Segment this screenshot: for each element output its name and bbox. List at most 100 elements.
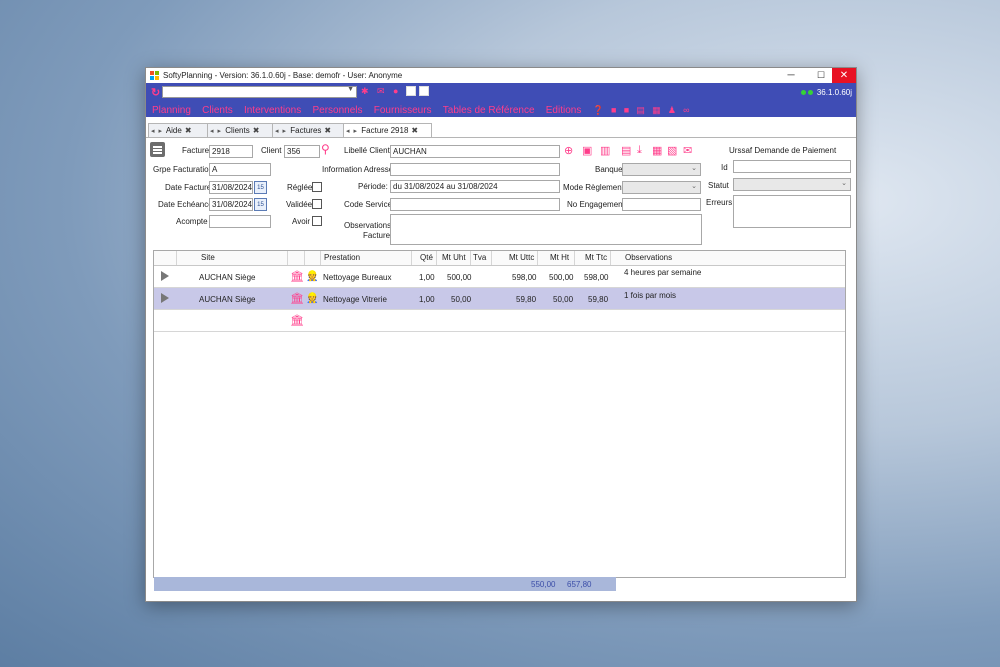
help-icon[interactable]: ❓ [593, 105, 604, 115]
col-qte[interactable]: Qté [420, 253, 433, 262]
search-icon[interactable]: ⚲ [321, 142, 330, 156]
tab-next-icon[interactable]: ▸ [157, 128, 165, 135]
urssaf-erreurs-textarea[interactable] [733, 195, 851, 228]
date-echeance-input[interactable]: 31/08/2024 [209, 198, 253, 211]
hamburger-menu-icon[interactable] [150, 142, 165, 157]
col-mt-ttc[interactable]: Mt Ttc [585, 253, 607, 262]
menu-interventions[interactable]: Interventions [244, 105, 301, 116]
tab-next-icon[interactable]: ▸ [352, 128, 360, 135]
cell-observations: 4 heures par semaine [624, 268, 702, 277]
periode-input[interactable]: du 31/08/2024 au 31/08/2024 [390, 180, 560, 193]
col-mt-ht[interactable]: Mt Ht [550, 253, 569, 262]
reglee-checkbox[interactable] [312, 182, 322, 192]
grpe-facturation-input[interactable]: A [209, 163, 271, 176]
toggle-box-2[interactable] [419, 86, 429, 96]
add-icon[interactable]: ⊕ [564, 144, 573, 157]
microphone-icon[interactable]: ● [393, 86, 398, 96]
tab-factures-label: Factures [290, 126, 322, 135]
avoir-checkbox[interactable] [312, 216, 322, 226]
tab-prev-icon[interactable]: ◂ [208, 128, 216, 135]
tab-bar: ◂ ▸ Aide ✖ ◂ ▸ Clients ✖ ◂ ▸ Factures ✖ ◂ ▸ Fac… [146, 123, 856, 138]
menu-planning[interactable]: Planning [152, 105, 191, 116]
folder-open-icon[interactable]: ■ [624, 105, 629, 115]
urssaf-statut-select[interactable]: ⌄ [733, 178, 851, 191]
menu-fournisseurs[interactable]: Fournisseurs [374, 105, 432, 116]
version-text: 36.1.0.60j [816, 88, 852, 97]
tab-facture-2918[interactable]: ◂ ▸ Facture 2918 ✖ [343, 123, 432, 138]
tab-next-icon[interactable]: ▸ [216, 128, 224, 135]
col-prestation[interactable]: Prestation [324, 253, 360, 262]
date-facture-input[interactable]: 31/08/2024 [209, 181, 253, 194]
row-expand-icon[interactable] [161, 271, 169, 281]
col-mt-uht[interactable]: Mt Uht [442, 253, 466, 262]
table-icon[interactable]: ▦ [652, 144, 662, 157]
tab-factures[interactable]: ◂ ▸ Factures ✖ [272, 123, 344, 138]
validee-checkbox[interactable] [312, 199, 322, 209]
calendar-icon[interactable]: 15 [254, 198, 267, 211]
acompte-input[interactable] [209, 215, 271, 228]
mail-card-icon[interactable]: ✉ [377, 86, 385, 97]
window-title: SoftyPlanning - Version: 36.1.0.60j - Ba… [163, 71, 403, 80]
grid-totals-footer: 550,00 657,80 [154, 577, 616, 591]
refresh-icon[interactable]: ↻ [151, 86, 160, 99]
tab-aide[interactable]: ◂ ▸ Aide ✖ [148, 123, 208, 138]
bank-icon[interactable]: 🏛 [290, 314, 304, 327]
link-icon[interactable]: ∞ [683, 105, 689, 115]
menu-tables-reference[interactable]: Tables de Référence [443, 105, 535, 116]
tab-close-icon[interactable]: ✖ [182, 126, 195, 135]
col-site[interactable]: Site [201, 253, 215, 262]
client-input[interactable]: 356 [284, 145, 320, 158]
tab-prev-icon[interactable]: ◂ [344, 128, 352, 135]
observations-facture-textarea[interactable] [390, 214, 702, 245]
tab-close-icon[interactable]: ✖ [408, 126, 421, 135]
tab-prev-icon[interactable]: ◂ [273, 128, 281, 135]
table-row[interactable]: AUCHAN Siège 🏛 👷 Nettoyage Bureaux 1,00 … [154, 266, 845, 288]
no-engagement-input[interactable] [622, 198, 701, 211]
table-row[interactable]: AUCHAN Siège 🏛 👷 Nettoyage Vitrerie 1,00… [154, 288, 845, 310]
urssaf-id-label: Id [721, 163, 728, 172]
tab-close-icon[interactable]: ✖ [321, 126, 334, 135]
folder-icon[interactable]: ■ [611, 105, 616, 115]
banque-select[interactable]: ⌄ [622, 163, 701, 176]
menu-editions[interactable]: Editions [546, 105, 582, 116]
libelle-client-input[interactable]: AUCHAN [390, 145, 560, 158]
pdf-icon[interactable]: ▧ [667, 144, 677, 157]
menu-personnels[interactable]: Personnels [312, 105, 362, 116]
table-row-new[interactable]: 🏛 [154, 310, 845, 332]
menu-clients[interactable]: Clients [202, 105, 233, 116]
grid-icon[interactable]: ▦ [652, 105, 661, 115]
code-service-input[interactable] [390, 198, 560, 211]
facture-input[interactable]: 2918 [209, 145, 253, 158]
bank-icon[interactable]: 🏛 [290, 292, 304, 305]
bank-icon[interactable]: 🏛 [290, 270, 304, 283]
print-icon[interactable]: ▤ [621, 144, 631, 157]
col-observations[interactable]: Observations [625, 253, 672, 262]
email-icon[interactable]: ✉ [683, 144, 692, 157]
total-ht: 550,00 [531, 580, 556, 589]
toggle-box-1[interactable] [406, 86, 416, 96]
mode-reglement-select[interactable]: ⌄ [622, 181, 701, 194]
worker-icon: 👷 [306, 271, 319, 282]
tab-close-icon[interactable]: ✖ [250, 126, 263, 135]
information-adresse-input[interactable] [390, 163, 560, 176]
download-icon[interactable]: ⤓ [637, 144, 642, 157]
print-icon[interactable]: ▤ [636, 105, 645, 115]
tab-clients[interactable]: ◂ ▸ Clients ✖ [207, 123, 273, 138]
urssaf-id-input[interactable] [733, 160, 851, 173]
users-icon[interactable]: ♟ [668, 105, 676, 115]
calendar-icon[interactable]: 15 [254, 181, 267, 194]
col-tva[interactable]: Tva [473, 253, 486, 262]
close-button[interactable]: ✕ [832, 68, 856, 83]
col-mt-uttc[interactable]: Mt Uttc [509, 253, 534, 262]
save-icon[interactable]: ▣ [582, 144, 592, 157]
date-facture-label: Date Facture [165, 183, 212, 192]
periode-label: Période: [358, 182, 388, 191]
row-expand-icon[interactable] [161, 293, 169, 303]
minimize-button[interactable]: ─ [776, 68, 806, 83]
delete-icon[interactable]: ▥ [600, 144, 610, 157]
search-combo[interactable]: ▼ [162, 86, 357, 98]
tab-next-icon[interactable]: ▸ [281, 128, 289, 135]
puzzle-icon[interactable]: ✱ [361, 86, 369, 97]
observations-label: Observations [344, 221, 392, 230]
tab-prev-icon[interactable]: ◂ [149, 128, 157, 135]
